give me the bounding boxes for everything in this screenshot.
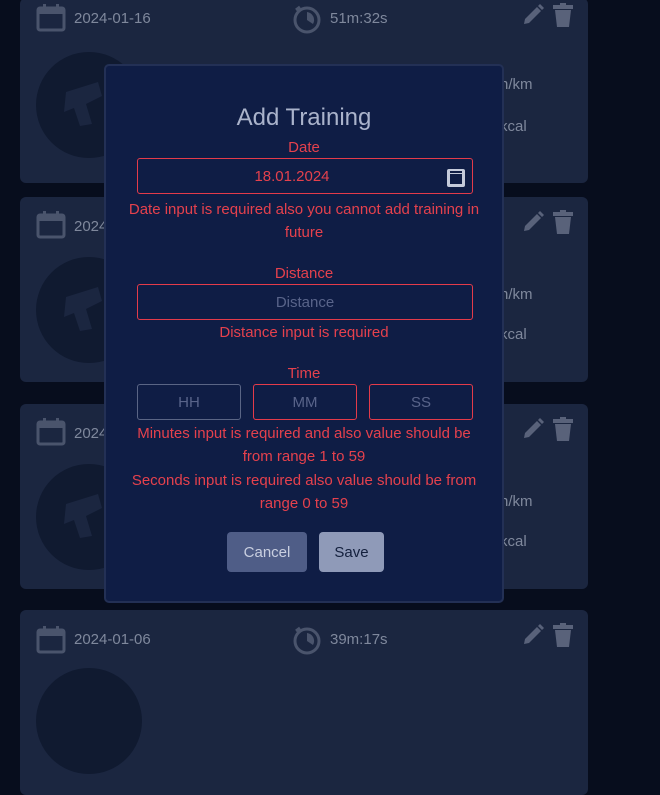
training-pace: n/km (500, 286, 533, 303)
calendar-icon (36, 211, 66, 239)
date-label: Date (288, 139, 320, 156)
modal-title: Add Training (236, 104, 372, 131)
edit-icon[interactable] (522, 211, 544, 233)
hours-input[interactable] (137, 384, 241, 420)
training-date: 2024-01-16 (74, 10, 151, 27)
cancel-button[interactable]: Cancel (227, 532, 307, 572)
seconds-error: Seconds input is required also value sho… (131, 472, 477, 512)
edit-icon[interactable] (522, 4, 544, 26)
add-training-modal: Add Training Date Date input is required… (104, 64, 504, 603)
training-card: 2024-01-06 39m:17s (20, 610, 588, 795)
edit-icon[interactable] (522, 624, 544, 646)
training-kcal: kcal (500, 118, 527, 135)
runner-avatar-icon (36, 668, 142, 774)
date-error: Date input is required also you cannot a… (128, 201, 480, 241)
training-duration: 51m:32s (330, 10, 388, 27)
calendar-icon (36, 4, 66, 32)
calendar-icon (36, 418, 66, 446)
date-picker-icon[interactable] (446, 168, 466, 188)
seconds-input[interactable] (369, 384, 473, 420)
training-date: 2024-01-06 (74, 631, 151, 648)
stopwatch-icon (293, 626, 321, 655)
distance-input[interactable] (137, 284, 473, 320)
training-duration: 39m:17s (330, 631, 388, 648)
minutes-error: Minutes input is required and also value… (137, 425, 471, 465)
training-date: 2024 (74, 425, 108, 442)
minutes-input[interactable] (253, 384, 357, 420)
distance-label: Distance (274, 265, 334, 282)
trash-icon[interactable] (552, 210, 574, 234)
distance-error: Distance input is required (219, 324, 389, 341)
training-date: 2024 (74, 218, 108, 235)
trash-icon[interactable] (552, 623, 574, 647)
training-pace: n/km (500, 76, 533, 93)
training-pace: n/km (500, 493, 533, 510)
trash-icon[interactable] (552, 417, 574, 441)
training-kcal: kcal (500, 533, 527, 550)
trash-icon[interactable] (552, 3, 574, 27)
time-label: Time (287, 365, 321, 382)
calendar-icon (36, 626, 66, 654)
save-button[interactable]: Save (319, 532, 384, 572)
date-input[interactable] (137, 158, 473, 194)
edit-icon[interactable] (522, 418, 544, 440)
stopwatch-icon (293, 5, 321, 34)
training-kcal: kcal (500, 326, 527, 343)
